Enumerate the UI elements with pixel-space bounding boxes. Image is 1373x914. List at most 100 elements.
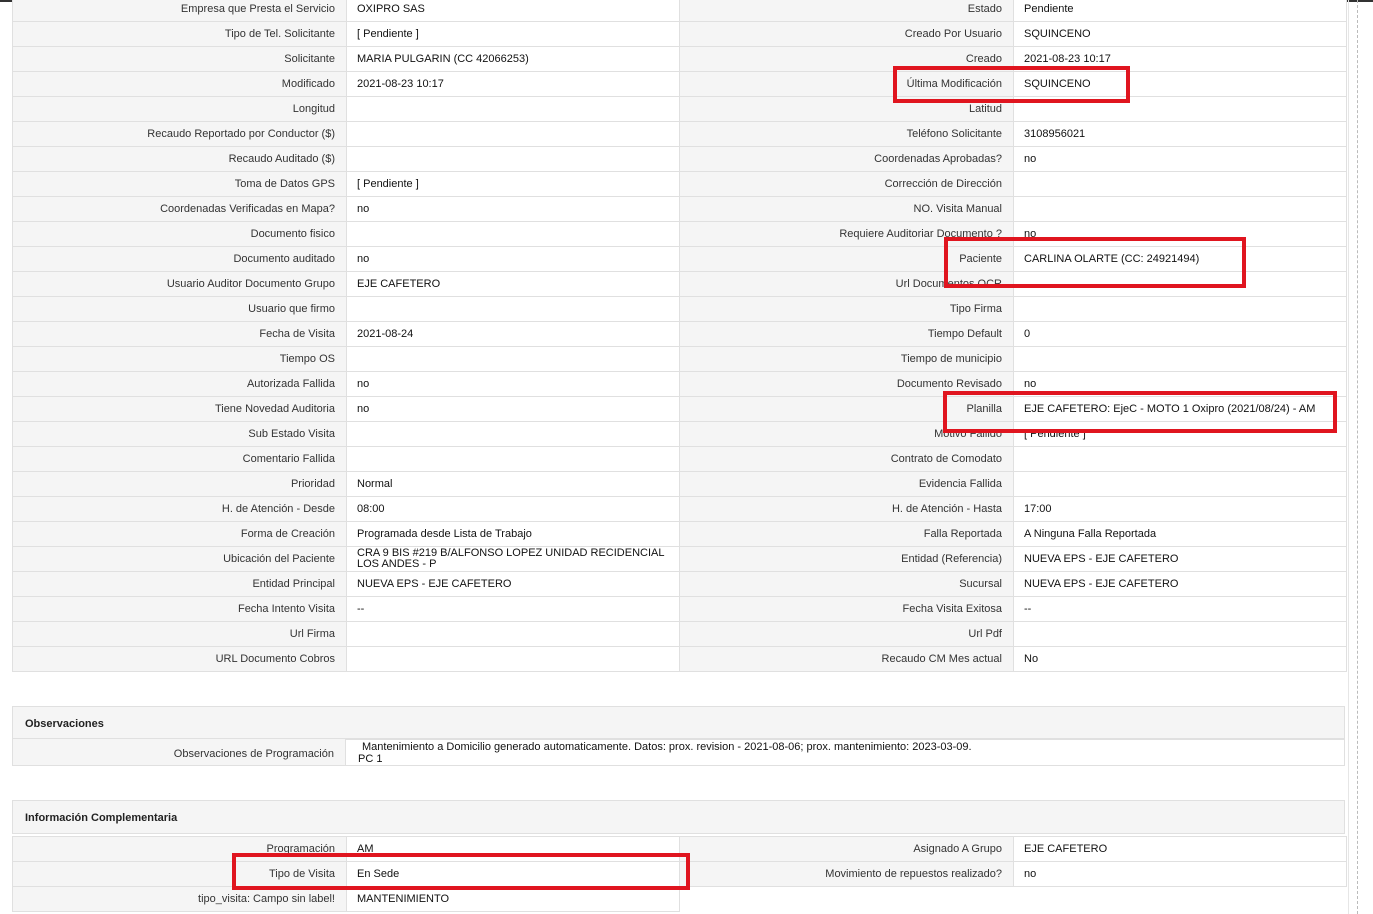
field-value-tipo-visita-campo-sin-label: MANTENIMIENTO — [346, 886, 680, 912]
table-row: Modificado 2021-08-23 10:17 Última Modific… — [12, 71, 1347, 97]
field-label-coordenadas-aprobadas: Coordenadas Aprobadas? — [679, 146, 1014, 172]
field-value-solicitante: MARIA PULGARIN (CC 42066253) — [346, 46, 680, 72]
field-value-tipo-firma — [1013, 296, 1347, 322]
field-label-contrato-de-comodato: Contrato de Comodato — [679, 446, 1014, 472]
field-label-falla-reportada: Falla Reportada — [679, 521, 1014, 547]
table-row: Fecha de Visita 2021-08-24 Tiempo Default 0 — [12, 321, 1347, 347]
field-label-correccion-de-direccion: Corrección de Dirección — [679, 171, 1014, 197]
field-label-modificado: Modificado — [12, 71, 347, 97]
table-row: Tipo de Tel. Solicitante[ Pendiente ] Cre… — [12, 21, 1347, 47]
field-label-documento-auditado: Documento auditado — [12, 246, 347, 272]
field-value-recaudo-reportado-por-conductor — [346, 121, 680, 147]
field-value-longitud — [346, 96, 680, 122]
field-label-no-visita-manual: NO. Visita Manual — [679, 196, 1014, 222]
table-row: URL Documento Cobros Recaudo CM Mes actua… — [12, 646, 1347, 672]
field-value-usuario-que-firmo — [346, 296, 680, 322]
field-value-evidencia-fallida — [1013, 471, 1347, 497]
table-row: Recaudo Auditado ($) Coordenadas Aprobada… — [12, 146, 1347, 172]
field-value-estado: Pendiente — [1013, 0, 1347, 22]
field-label-h-de-atencion-desde: H. de Atención - Desde — [12, 496, 347, 522]
field-value-fecha-de-visita: 2021-08-24 — [346, 321, 680, 347]
field-value-documento-auditado: no — [346, 246, 680, 272]
field-value-tipo-de-tel-solicitante: [ Pendiente ] — [346, 21, 680, 47]
table-row: Solicitante MARIA PULGARIN (CC 42066253) C… — [12, 46, 1347, 72]
field-value-entidad-principal: NUEVA EPS - EJE CAFETERO — [346, 571, 680, 597]
field-label-solicitante: Solicitante — [12, 46, 347, 72]
observaciones-line-2: PC 1 — [358, 753, 383, 765]
field-label-documento-fisico: Documento fisico — [12, 221, 347, 247]
table-row: Forma de Creación Programada desde Lista … — [12, 521, 1347, 547]
table-row: Fecha Intento Visita -- Fecha Visita Exito… — [12, 596, 1347, 622]
field-label-url-pdf: Url Pdf — [679, 621, 1014, 647]
field-value-toma-de-datos-gps: [ Pendiente ] — [346, 171, 680, 197]
field-value-sub-estado-visita — [346, 421, 680, 447]
field-label-creado-por-usuario: Creado Por Usuario — [679, 21, 1014, 47]
field-value-ubicacion-del-paciente: CRA 9 BIS #219 B/ALFONSO LOPEZ UNIDAD RE… — [346, 546, 680, 572]
table-row: Toma de Datos GPS[ Pendiente ] Corrección… — [12, 171, 1347, 197]
field-value-usuario-auditor-documento-grupo: EJE CAFETERO — [346, 271, 680, 297]
field-value-tiempo-default: 0 — [1013, 321, 1347, 347]
highlight-tipo-de-visita — [232, 853, 690, 890]
field-label-fecha-de-visita: Fecha de Visita — [12, 321, 347, 347]
field-value-no-visita-manual — [1013, 196, 1347, 222]
field-label-sub-estado-visita: Sub Estado Visita — [12, 421, 347, 447]
observaciones-row: Observaciones de Programación Mantenimie… — [12, 738, 1345, 766]
field-value-recaudo-auditado — [346, 146, 680, 172]
field-value-coordenadas-aprobadas: no — [1013, 146, 1347, 172]
field-label-empresa-que-presta-el-servicio: Empresa que Presta el Servicio — [12, 0, 347, 22]
highlight-planilla — [943, 391, 1337, 433]
page-dashed-edge — [1357, 0, 1358, 914]
field-label-tipo-visita-campo-sin-label: tipo_visita: Campo sin label! — [12, 886, 347, 912]
field-value-comentario-fallida — [346, 446, 680, 472]
highlight-paciente — [944, 237, 1246, 288]
field-label-usuario-auditor-documento-grupo: Usuario Auditor Documento Grupo — [12, 271, 347, 297]
field-value-tiempo-de-municipio — [1013, 346, 1347, 372]
table-row: Longitud Latitud — [12, 96, 1347, 122]
field-value-correccion-de-direccion — [1013, 171, 1347, 197]
field-label-toma-de-datos-gps: Toma de Datos GPS — [12, 171, 347, 197]
table-row: Url Firma Url Pdf — [12, 621, 1347, 647]
table-row: Ubicación del Paciente CRA 9 BIS #219 B/A… — [12, 546, 1347, 572]
observaciones-header: Observaciones — [12, 706, 1345, 740]
field-label-forma-de-creacion: Forma de Creación — [12, 521, 347, 547]
field-label-entidad-principal: Entidad Principal — [12, 571, 347, 597]
field-value-creado-por-usuario: SQUINCENO — [1013, 21, 1347, 47]
field-value-h-de-atencion-desde: 08:00 — [346, 496, 680, 522]
field-value-autorizada-fallida: no — [346, 371, 680, 397]
field-label-asignado-a-grupo: Asignado A Grupo — [679, 836, 1014, 862]
table-row: Coordenadas Verificadas en Mapa? no NO. Vi… — [12, 196, 1347, 222]
table-row: Prioridad Normal Evidencia Fallida — [12, 471, 1347, 497]
field-label-recaudo-cm-mes-actual: Recaudo CM Mes actual — [679, 646, 1014, 672]
field-label-comentario-fallida: Comentario Fallida — [12, 446, 347, 472]
table-row: Tiempo OS Tiempo de municipio — [12, 346, 1347, 372]
field-label-tipo-firma: Tipo Firma — [679, 296, 1014, 322]
field-value-tiene-novedad-auditoria: no — [346, 396, 680, 422]
field-label-longitud: Longitud — [12, 96, 347, 122]
field-label-recaudo-reportado-por-conductor: Recaudo Reportado por Conductor ($) — [12, 121, 347, 147]
field-label-tiempo-os: Tiempo OS — [12, 346, 347, 372]
field-label-evidencia-fallida: Evidencia Fallida — [679, 471, 1014, 497]
field-label-col2 — [680, 887, 1014, 912]
field-value-col3 — [1014, 887, 1347, 912]
field-label-telefono-solicitante: Teléfono Solicitante — [679, 121, 1014, 147]
table-row: Entidad Principal NUEVA EPS - EJE CAFETER… — [12, 571, 1347, 597]
field-label-url-firma: Url Firma — [12, 621, 347, 647]
observaciones-label: Observaciones de Programación — [13, 739, 346, 765]
table-row: Recaudo Reportado por Conductor ($) Teléf… — [12, 121, 1347, 147]
field-value-telefono-solicitante: 3108956021 — [1013, 121, 1347, 147]
field-value-empresa-que-presta-el-servicio: OXIPRO SAS — [346, 0, 680, 22]
field-value-entidad-referencia: NUEVA EPS - EJE CAFETERO — [1013, 546, 1347, 572]
field-label-h-de-atencion-hasta: H. de Atención - Hasta — [679, 496, 1014, 522]
table-row: Comentario Fallida Contrato de Comodato — [12, 446, 1347, 472]
field-label-fecha-intento-visita: Fecha Intento Visita — [12, 596, 347, 622]
field-value-asignado-a-grupo: EJE CAFETERO — [1013, 836, 1347, 862]
field-label-coordenadas-verificadas-en-mapa: Coordenadas Verificadas en Mapa? — [12, 196, 347, 222]
field-value-movimiento-de-repuestos-realizado: no — [1013, 861, 1347, 887]
field-value-forma-de-creacion: Programada desde Lista de Trabajo — [346, 521, 680, 547]
field-value-fecha-intento-visita: -- — [346, 596, 680, 622]
field-value-prioridad: Normal — [346, 471, 680, 497]
field-label-sucursal: Sucursal — [679, 571, 1014, 597]
observaciones-value: Mantenimiento a Domicilio generado autom… — [358, 741, 1338, 765]
field-value-tiempo-os — [346, 346, 680, 372]
field-label-autorizada-fallida: Autorizada Fallida — [12, 371, 347, 397]
